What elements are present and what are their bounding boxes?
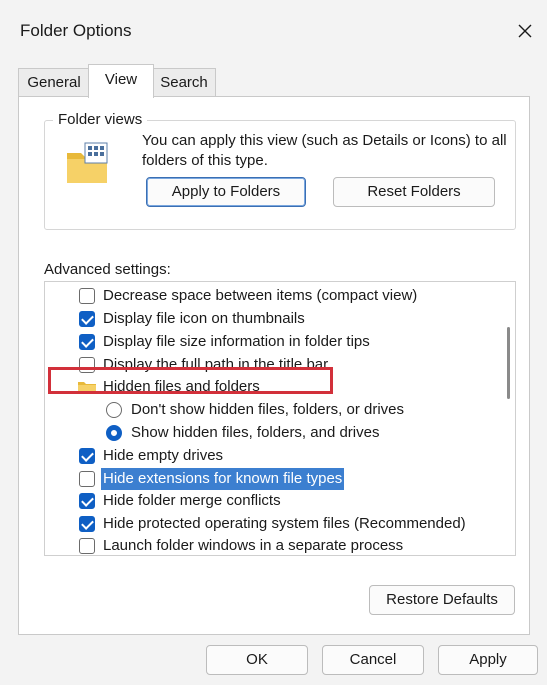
checkbox[interactable] [79,311,95,327]
tab-view[interactable]: View [88,64,154,98]
checkbox[interactable] [79,493,95,509]
apply-button[interactable]: Apply [438,645,538,675]
folder-grid-icon [67,142,108,183]
checkbox[interactable] [79,471,95,487]
annotation-highlight-box [48,367,333,394]
item-label: Show hidden files, folders, and drives [131,424,380,441]
item-label: Hide extensions for known file types [101,468,345,490]
apply-to-folders-button[interactable]: Apply to Folders [146,177,306,207]
item-label: Don't show hidden files, folders, or dri… [131,401,404,418]
close-icon [518,24,532,38]
checkbox[interactable] [79,538,95,554]
tab-search[interactable]: Search [152,68,216,97]
item-label: Decrease space between items (compact vi… [103,287,418,304]
window-title: Folder Options [20,21,132,40]
advanced-settings-list[interactable]: Decrease space between items (compact vi… [44,281,516,556]
folder-views-legend: Folder views [53,111,148,128]
close-button[interactable] [508,14,542,48]
item-label: Display file icon on thumbnails [103,310,305,327]
checkbox[interactable] [79,288,95,304]
radio-button[interactable] [106,402,122,418]
item-label: Display file size information in folder … [103,333,370,350]
item-label: Hide folder merge conflicts [103,492,281,509]
advanced-settings-label: Advanced settings: [44,261,171,278]
ok-button[interactable]: OK [206,645,308,675]
checkbox[interactable] [79,334,95,350]
item-label: Hide empty drives [103,447,224,464]
folder-options-dialog: Folder Options General View Search Folde… [0,0,547,685]
checkbox[interactable] [79,448,95,464]
scrollbar[interactable] [503,282,513,553]
item-label: Launch folder windows in a separate proc… [103,537,404,554]
view-tab-panel: Folder views You can apply this view (su… [18,96,530,635]
tab-general[interactable]: General [18,68,90,97]
folder-views-description: You can apply this view (such as Details… [142,132,507,169]
checkbox[interactable] [79,516,95,532]
scroll-thumb[interactable] [507,327,510,399]
title-bar: Folder Options [0,0,547,62]
restore-defaults-button[interactable]: Restore Defaults [369,585,515,615]
folder-views-group: Folder views You can apply this view (su… [44,111,516,230]
cancel-button[interactable]: Cancel [322,645,424,675]
radio-button[interactable] [106,425,122,441]
item-label: Hide protected operating system files (R… [103,515,466,532]
reset-folders-button[interactable]: Reset Folders [333,177,495,207]
